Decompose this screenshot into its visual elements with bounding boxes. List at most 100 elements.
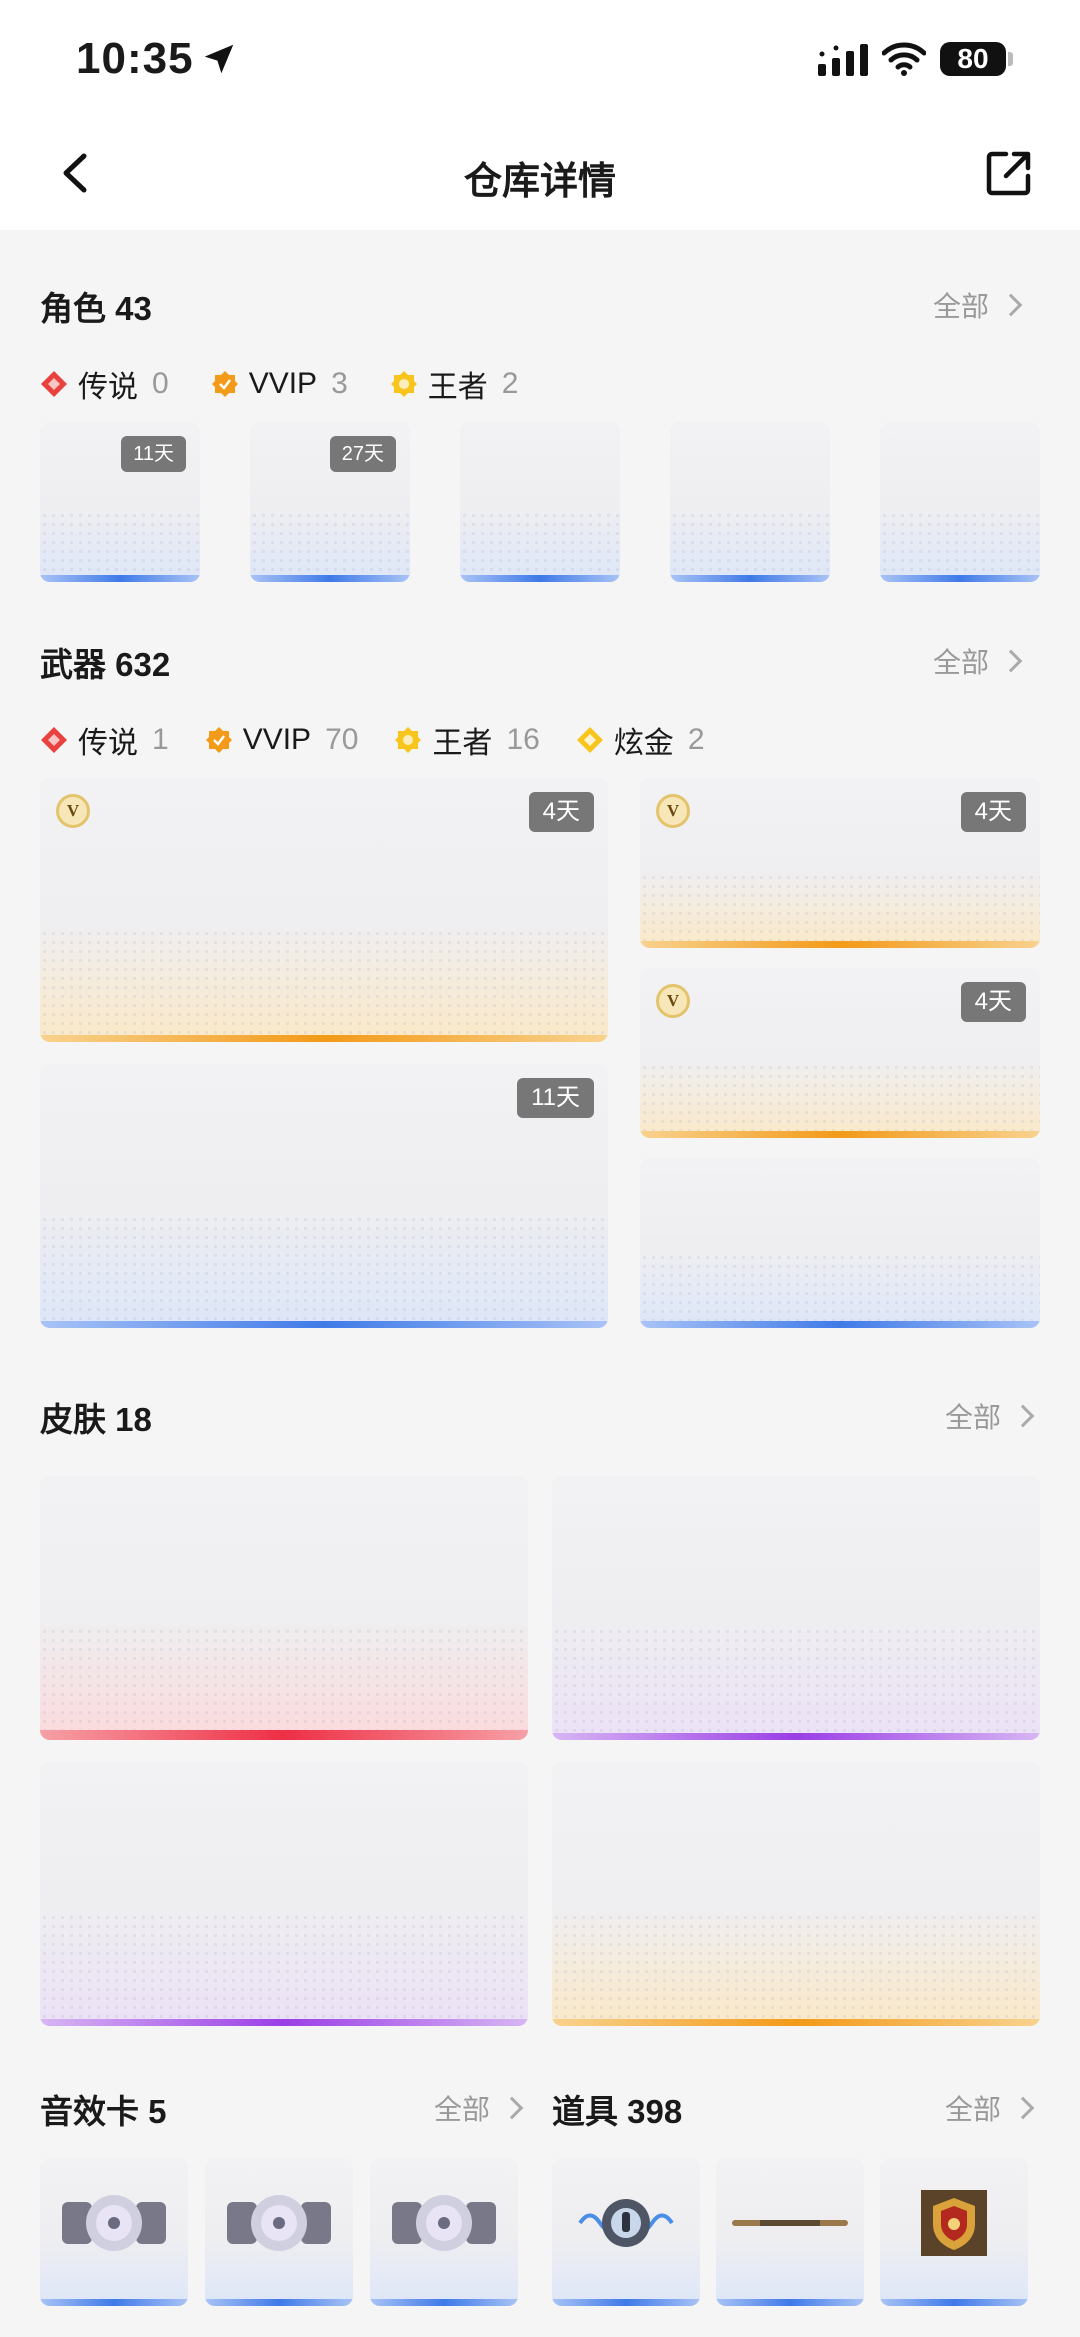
status-bar: 10:35 80 [0,0,1080,120]
rarity-label: VVIP [248,367,318,400]
weapon-card[interactable]: V 4天 [640,968,1040,1138]
roles-title: 角色 43 [40,290,152,327]
rarity-count: 2 [501,367,519,400]
nav-bar: 仓库详情 [0,120,1080,230]
card-texture [880,511,1040,575]
rarity-bar [40,1321,608,1328]
rarity-count: 70 [325,723,359,756]
rarity-gold[interactable]: 炫金 2 [576,718,705,762]
rod-item-icon [732,2220,848,2227]
rarity-bar [552,2299,700,2306]
vip-medal-icon: V [656,794,690,828]
prop-card[interactable] [880,2158,1028,2306]
expiry-badge: 11天 [121,436,186,472]
rarity-bar [880,2299,1028,2306]
rarity-count: 0 [152,367,169,400]
weapons-rarity-filter: 传说 1 VVIP 70 王者 16 炫金 2 [40,718,747,762]
shield-emblem-icon [921,2190,987,2257]
signal-icon [818,44,868,76]
battery-tip [1008,52,1013,66]
card-texture [670,511,830,575]
rarity-bar [640,1131,1040,1138]
king-badge-icon [395,727,422,753]
skin-card[interactable] [552,1476,1040,1740]
role-card[interactable]: 11天 [40,422,200,582]
rarity-bar [880,575,1040,582]
skin-card[interactable] [40,1762,528,2026]
expiry-badge: 11天 [517,1078,594,1118]
weapon-card[interactable]: V 4天 [640,778,1040,948]
king-badge-icon [390,371,417,397]
expiry-badge: 4天 [960,792,1026,832]
card-texture [40,1215,608,1321]
rarity-king[interactable]: 王者 16 [394,718,540,762]
sound-card[interactable] [370,2158,518,2306]
status-time: 10:35 [76,34,194,83]
rarity-bar [40,1730,528,1740]
prop-card[interactable] [552,2158,700,2306]
expiry-badge: 4天 [960,982,1026,1022]
role-card[interactable] [460,422,620,582]
rarity-bar [40,1035,608,1042]
card-texture [640,1253,1040,1321]
card-texture [40,1627,528,1733]
rarity-legend[interactable]: 传说 0 [40,362,169,406]
weapon-card[interactable]: V 4天 [40,778,608,1042]
rarity-vvip[interactable]: VVIP 70 [205,723,359,757]
legend-diamond-icon [41,727,67,753]
sound-cards-all-label: 全部 [434,2094,491,2125]
rarity-count: 1 [152,723,169,756]
rarity-bar [370,2299,518,2306]
wifi-icon [882,42,926,76]
rarity-vvip[interactable]: VVIP 3 [211,367,348,401]
chevron-right-icon [999,649,1023,673]
role-card[interactable] [880,422,1040,582]
rarity-count: 3 [331,367,348,400]
skins-all-link[interactable]: 全部 [945,1396,1035,1436]
prop-card[interactable] [716,2158,864,2306]
weapon-card[interactable]: 11天 [40,1064,608,1328]
role-card[interactable] [670,422,830,582]
vvip-badge-icon [205,727,232,753]
rarity-label: 传说 [78,371,138,404]
skins-all-label: 全部 [945,1402,1002,1433]
weapons-all-link[interactable]: 全部 [933,641,1023,681]
roles-all-link[interactable]: 全部 [933,285,1023,325]
rarity-label: VVIP [242,723,312,756]
rarity-bar [552,1733,1040,1740]
rarity-king[interactable]: 王者 2 [390,362,519,406]
skin-card[interactable] [40,1476,528,1740]
rarity-bar [640,1321,1040,1328]
skin-card[interactable] [552,1762,1040,2026]
share-export-icon[interactable] [986,150,1032,196]
speaker-disc-icon [62,2195,166,2252]
props-all-link[interactable]: 全部 [945,2088,1035,2128]
card-texture [40,511,200,575]
card-texture [40,929,608,1035]
chevron-right-icon [500,2096,524,2120]
location-arrow-icon [204,44,234,74]
card-texture [552,1627,1040,1733]
vip-medal-icon: V [56,794,90,828]
weapon-card[interactable] [640,1158,1040,1328]
rarity-bar [670,575,830,582]
battery-level: 80 [940,42,1006,76]
props-title: 道具 398 [552,2093,683,2130]
props-all-label: 全部 [945,2094,1002,2125]
weapons-title: 武器 632 [40,646,171,683]
sound-cards-title: 音效卡 5 [40,2093,167,2130]
role-card[interactable]: 27天 [250,422,410,582]
speaker-disc-icon [392,2195,496,2252]
card-texture [460,511,620,575]
rarity-bar [205,2299,353,2306]
rarity-legend[interactable]: 传说 1 [40,718,169,762]
weapons-all-label: 全部 [933,647,990,678]
expiry-badge: 4天 [528,792,594,832]
rarity-bar [460,575,620,582]
vvip-badge-icon [211,371,238,397]
sound-card[interactable] [40,2158,188,2306]
sound-cards-all-link[interactable]: 全部 [434,2088,524,2128]
skins-title: 皮肤 18 [40,1401,152,1438]
sound-card[interactable] [205,2158,353,2306]
rarity-label: 王者 [432,727,493,760]
